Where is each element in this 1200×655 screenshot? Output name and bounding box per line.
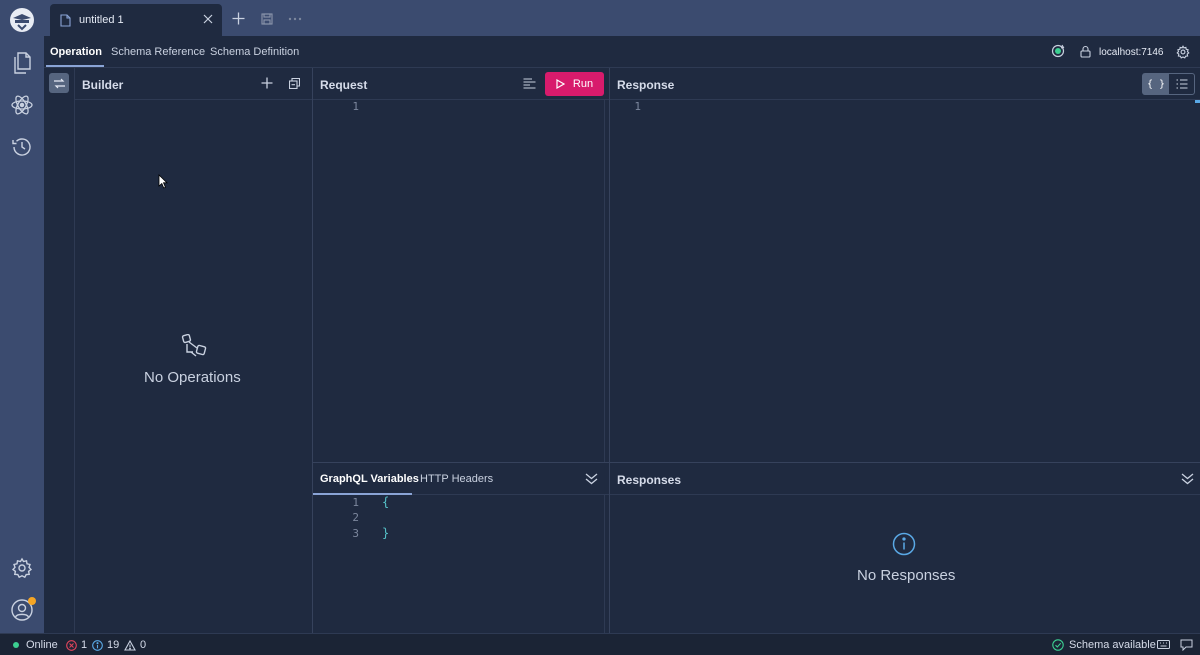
format-query-icon[interactable]	[523, 78, 536, 89]
builder-side-strip	[44, 68, 75, 633]
tab-schema-reference[interactable]: Schema Reference	[111, 46, 205, 58]
document-tab-title: untitled 1	[79, 14, 124, 26]
collapse-chevrons-icon[interactable]	[585, 472, 598, 485]
no-operations-icon	[181, 334, 207, 358]
activity-bar	[0, 0, 44, 633]
document-tab-strip: untitled 1	[44, 0, 1200, 36]
save-icon[interactable]	[261, 13, 273, 25]
tab-schema-definition[interactable]: Schema Definition	[210, 46, 299, 58]
notifications-icon[interactable]	[1180, 639, 1193, 651]
request-title: Request	[320, 78, 368, 92]
check-circle-icon	[1052, 639, 1064, 651]
online-dot-icon	[13, 642, 19, 648]
documents-icon[interactable]	[9, 50, 35, 76]
no-responses-text: No Responses	[857, 567, 956, 584]
collapse-chevrons-icon[interactable]	[1181, 472, 1194, 485]
response-pane: Response { } 1	[610, 68, 1200, 462]
settings-gear-icon[interactable]	[9, 555, 35, 581]
notification-badge	[28, 597, 36, 605]
variables-line-number: 1	[352, 496, 359, 509]
more-options-icon[interactable]	[288, 17, 302, 21]
add-operation-plus-icon[interactable]	[261, 77, 273, 89]
builder-pane: Builder No Operations	[75, 68, 313, 633]
explorer-atom-icon[interactable]	[9, 92, 35, 118]
variables-open-brace: {	[382, 495, 390, 509]
variables-line-number: 3	[352, 527, 359, 540]
response-line-number: 1	[634, 100, 641, 113]
document-file-icon	[60, 13, 71, 27]
variables-editor-scrollbar[interactable]	[604, 495, 605, 634]
error-count-value: 1	[81, 639, 88, 651]
active-tab-underline	[46, 65, 104, 67]
play-icon	[556, 79, 565, 89]
info-count-value: 19	[107, 639, 120, 651]
schema-refresh-icon[interactable]	[1051, 44, 1065, 58]
builder-toggle-button[interactable]	[49, 73, 69, 93]
history-icon[interactable]	[9, 134, 35, 160]
active-tab-underline	[313, 493, 412, 495]
variables-pane: GraphQL Variables HTTP Headers 1 2 3 { }	[313, 462, 610, 634]
schema-status[interactable]: Schema available	[1052, 639, 1156, 651]
list-view-icon[interactable]	[1169, 74, 1194, 94]
warning-count[interactable]: 0	[124, 639, 146, 651]
collapse-all-icon[interactable]	[289, 78, 300, 89]
new-tab-plus-icon[interactable]	[232, 12, 245, 25]
variables-tabs: GraphQL Variables HTTP Headers	[313, 463, 609, 495]
online-status: Online	[13, 639, 58, 651]
error-icon	[66, 639, 77, 651]
response-view-toggle: { }	[1142, 73, 1195, 95]
schema-status-label: Schema available	[1069, 639, 1156, 651]
tab-http-headers[interactable]: HTTP Headers	[420, 473, 493, 485]
error-count[interactable]: 1	[66, 639, 87, 651]
response-header: Response { }	[610, 68, 1200, 100]
json-view-button[interactable]: { }	[1143, 74, 1169, 94]
connection-settings-gear-icon[interactable]	[1176, 45, 1190, 59]
request-pane: Request Run 1	[313, 68, 610, 462]
responses-title: Responses	[617, 473, 682, 487]
variables-close-brace: }	[382, 526, 390, 540]
responses-pane: Responses No Responses	[610, 462, 1200, 633]
mouse-cursor-icon	[158, 174, 168, 189]
builder-header: Builder	[75, 68, 312, 100]
close-tab-icon[interactable]	[202, 13, 214, 25]
tab-graphql-variables[interactable]: GraphQL Variables	[320, 473, 419, 485]
run-button-label: Run	[572, 78, 594, 90]
run-button[interactable]: Run	[545, 72, 604, 96]
variables-line-number: 2	[352, 511, 359, 524]
tab-operation[interactable]: Operation	[50, 46, 102, 58]
request-header: Request Run	[313, 68, 609, 100]
lock-icon	[1080, 45, 1091, 58]
online-label: Online	[26, 639, 58, 651]
response-title: Response	[617, 78, 675, 92]
warning-icon	[124, 639, 136, 651]
response-scroll-indicator	[1195, 100, 1200, 103]
info-small-icon	[92, 639, 103, 651]
responses-header: Responses	[610, 463, 1200, 495]
app-logo-icon[interactable]	[9, 7, 35, 33]
document-subtabs: Operation Schema Reference Schema Defini…	[44, 36, 1200, 68]
server-url[interactable]: localhost:7146	[1099, 47, 1164, 58]
keyboard-icon[interactable]	[1157, 639, 1170, 650]
builder-title: Builder	[82, 78, 124, 92]
request-editor-scrollbar[interactable]	[604, 100, 605, 462]
document-tab[interactable]: untitled 1	[50, 4, 222, 36]
warning-count-value: 0	[140, 639, 147, 651]
info-icon	[892, 532, 916, 556]
status-bar: Online 1 19 0 Schema available	[0, 633, 1200, 655]
no-operations-text: No Operations	[144, 369, 241, 386]
info-count[interactable]: 19	[92, 639, 119, 651]
request-line-number: 1	[352, 100, 359, 113]
